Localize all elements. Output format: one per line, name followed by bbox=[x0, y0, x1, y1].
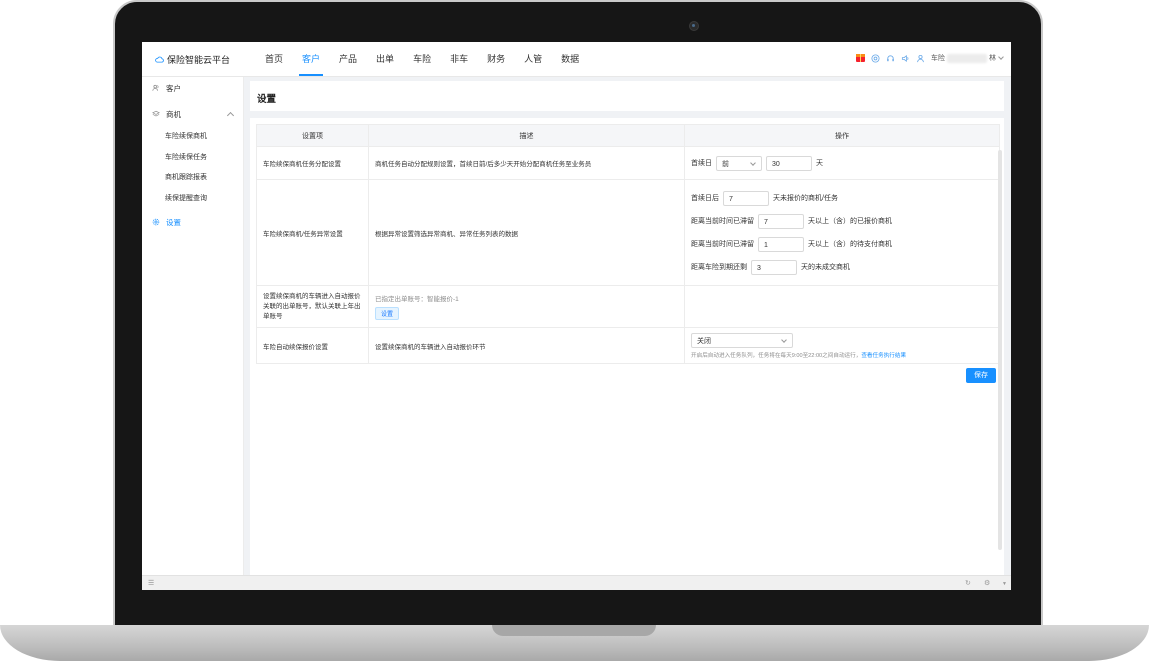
hint-text: 开启后自动进入任务队列，任务将在每天9:00至22:00之间自动运行， bbox=[691, 352, 862, 359]
field-label: 距离当前时间已滞留 bbox=[691, 218, 754, 225]
user-name-suffix: 林 bbox=[989, 55, 996, 62]
nav-product[interactable]: 产品 bbox=[331, 42, 365, 76]
field-label: 首续日后 bbox=[691, 195, 719, 202]
users-icon bbox=[152, 84, 160, 94]
sidebar-subitem-renewal-task[interactable]: 车险续保任务 bbox=[165, 152, 207, 162]
app-logo[interactable]: 保险智能云平台 bbox=[155, 53, 230, 66]
unquoted-days-input[interactable]: 7 bbox=[723, 190, 769, 206]
auto-quote-select[interactable]: 关闭 bbox=[691, 332, 793, 348]
screen: 车险服务平台 车险服务平台 车险服务平台 车险服务平台 车险服务平台 保险智能云… bbox=[142, 42, 1011, 590]
nav-auto-insurance[interactable]: 车险 bbox=[405, 42, 439, 76]
setting-name: 车险续保商机任务分配设置 bbox=[256, 146, 369, 180]
scrollbar[interactable] bbox=[998, 150, 1002, 550]
select-value: 前 bbox=[722, 160, 729, 168]
column-header: 设置项 bbox=[256, 124, 369, 147]
assigned-account-text: 已指定出单账号：智能报价-1 bbox=[375, 296, 459, 303]
refresh-icon[interactable]: ↻ bbox=[965, 579, 971, 587]
table-row: 设置续保商机的车辆进入自动报价关联的出单账号，默认关联上年出单账号 已指定出单账… bbox=[256, 285, 1000, 328]
sidebar-item-label: 客户 bbox=[166, 84, 181, 93]
quoted-days-input[interactable]: 7 bbox=[758, 213, 804, 229]
nav-home[interactable]: 首页 bbox=[257, 42, 291, 76]
nav-hr[interactable]: 人管 bbox=[516, 42, 550, 76]
headset-icon[interactable] bbox=[886, 54, 895, 63]
table-row: 车险自动续保报价设置 设置续保商机的车辆进入自动报价环节 关闭 开启后自动进入任… bbox=[256, 327, 1000, 364]
user-name-redacted bbox=[947, 53, 987, 63]
select-value: 关闭 bbox=[697, 337, 711, 345]
setting-operation bbox=[684, 285, 1000, 328]
sidebar-item-customer[interactable]: 客户 bbox=[152, 83, 181, 94]
camera bbox=[689, 21, 699, 31]
field-label: 首续日 bbox=[691, 160, 712, 167]
setting-name: 车险自动续保报价设置 bbox=[256, 327, 369, 364]
setting-desc: 根据异常设置筛选异常商机、异常任务列表的数据 bbox=[368, 179, 685, 286]
view-task-result-link[interactable]: 查看任务执行结果 bbox=[861, 353, 906, 359]
field-label: 天以上（含）的已报价商机 bbox=[808, 218, 892, 225]
sidebar-item-label: 商机 bbox=[166, 110, 181, 119]
table-row: 车险续保商机/任务异常设置 根据异常设置筛选异常商机、异常任务列表的数据 首续日… bbox=[256, 179, 1000, 286]
setting-desc-cell: 已指定出单账号：智能报价-1 设置 bbox=[368, 285, 685, 328]
app-title: 保险智能云平台 bbox=[167, 55, 231, 65]
speaker-icon[interactable] bbox=[901, 54, 910, 63]
setting-name: 设置续保商机的车辆进入自动报价关联的出单账号，默认关联上年出单账号 bbox=[256, 285, 369, 328]
sidebar-subitem-renewal-opportunity[interactable]: 车险续保商机 bbox=[165, 131, 207, 141]
page-title: 设置 bbox=[257, 94, 277, 105]
scroll-down-icon[interactable]: ▼ bbox=[1002, 581, 1007, 587]
chevron-down-icon bbox=[750, 159, 756, 166]
days-input[interactable]: 30 bbox=[766, 155, 812, 171]
nav-customer[interactable]: 客户 bbox=[294, 42, 328, 76]
top-bar: 保险智能云平台 首页 客户 产品 出单 车险 非车 财务 人管 数据 车险 林 bbox=[142, 42, 1011, 77]
nav-issue[interactable]: 出单 bbox=[368, 42, 402, 76]
settings-table: 设置项 描述 操作 车险续保商机任务分配设置 商机任务自动分配规则设置，首续日前… bbox=[256, 124, 1000, 364]
user-menu[interactable]: 车险 林 bbox=[931, 53, 1004, 63]
setting-operation: 关闭 开启后自动进入任务队列，任务将在每天9:00至22:00之间自动运行，查看… bbox=[684, 327, 1000, 364]
sidebar-subitem-tracking-report[interactable]: 商机跟踪报表 bbox=[165, 172, 207, 182]
set-account-button[interactable]: 设置 bbox=[375, 307, 400, 320]
table-row: 车险续保商机任务分配设置 商机任务自动分配规则设置，首续日前/后多少天开始分配商… bbox=[256, 146, 1000, 180]
user-name-prefix: 车险 bbox=[931, 55, 945, 62]
target-icon[interactable] bbox=[871, 53, 880, 63]
top-right-tools: 车险 林 bbox=[856, 53, 1004, 63]
bottom-strip: ☰ ↻ ⚙ ▼ bbox=[142, 575, 1011, 590]
sidebar: 客户 商机 车险续保商机 车险续保任务 商机跟踪报表 续保提醒查询 设置 bbox=[142, 77, 244, 575]
sidebar-item-label: 设置 bbox=[166, 218, 181, 227]
expiry-days-input[interactable]: 3 bbox=[751, 259, 797, 275]
gift-icon[interactable] bbox=[856, 54, 865, 63]
field-label: 距离车险到期还剩 bbox=[691, 264, 747, 271]
gear-icon bbox=[152, 218, 160, 228]
page-header: 设置 bbox=[250, 81, 1004, 111]
before-after-select[interactable]: 前 bbox=[716, 155, 762, 171]
column-header: 描述 bbox=[368, 124, 685, 147]
setting-desc: 设置续保商机的车辆进入自动报价环节 bbox=[368, 327, 685, 364]
chevron-up-icon[interactable] bbox=[226, 111, 235, 120]
column-header: 操作 bbox=[684, 124, 1000, 147]
nav-data[interactable]: 数据 bbox=[553, 42, 587, 76]
field-label: 距离当前时间已滞留 bbox=[691, 241, 754, 248]
chevron-down-icon bbox=[781, 336, 787, 343]
setting-operation: 首续日后 7 天未报价的商机/任务 距离当前时间已滞留 7 天以上（含）的已报价… bbox=[684, 179, 1000, 286]
chevron-down-icon bbox=[998, 54, 1004, 60]
layers-icon bbox=[152, 110, 160, 120]
menu-icon[interactable]: ☰ bbox=[148, 579, 154, 587]
auto-quote-hint: 开启后自动进入任务队列，任务将在每天9:00至22:00之间自动运行，查看任务执… bbox=[691, 351, 993, 359]
field-label: 天的未成交商机 bbox=[801, 264, 850, 271]
setting-desc: 商机任务自动分配规则设置，首续日前/后多少天开始分配商机任务至业务员 bbox=[368, 146, 685, 180]
nav-finance[interactable]: 财务 bbox=[479, 42, 513, 76]
sidebar-item-settings[interactable]: 设置 bbox=[152, 217, 181, 228]
sidebar-subitem-renewal-reminder[interactable]: 续保提醒查询 bbox=[165, 193, 207, 203]
settings-icon[interactable]: ⚙ bbox=[984, 579, 990, 587]
setting-operation: 首续日 前 30 天 bbox=[684, 146, 1000, 180]
field-label: 天未报价的商机/任务 bbox=[773, 195, 838, 202]
main-nav: 首页 客户 产品 出单 车险 非车 财务 人管 数据 bbox=[257, 42, 590, 76]
user-icon[interactable] bbox=[916, 54, 925, 63]
laptop-notch bbox=[492, 625, 656, 636]
settings-card: 设置项 描述 操作 车险续保商机任务分配设置 商机任务自动分配规则设置，首续日前… bbox=[250, 118, 1004, 578]
cloud-icon bbox=[155, 55, 164, 64]
unit-label: 天 bbox=[816, 160, 823, 167]
save-button[interactable]: 保存 bbox=[966, 368, 996, 383]
sidebar-item-opportunity[interactable]: 商机 bbox=[152, 109, 181, 120]
nav-non-auto[interactable]: 非车 bbox=[442, 42, 476, 76]
setting-name: 车险续保商机/任务异常设置 bbox=[256, 179, 369, 286]
pending-payment-days-input[interactable]: 1 bbox=[758, 236, 804, 252]
field-label: 天以上（含）的待支付商机 bbox=[808, 241, 892, 248]
